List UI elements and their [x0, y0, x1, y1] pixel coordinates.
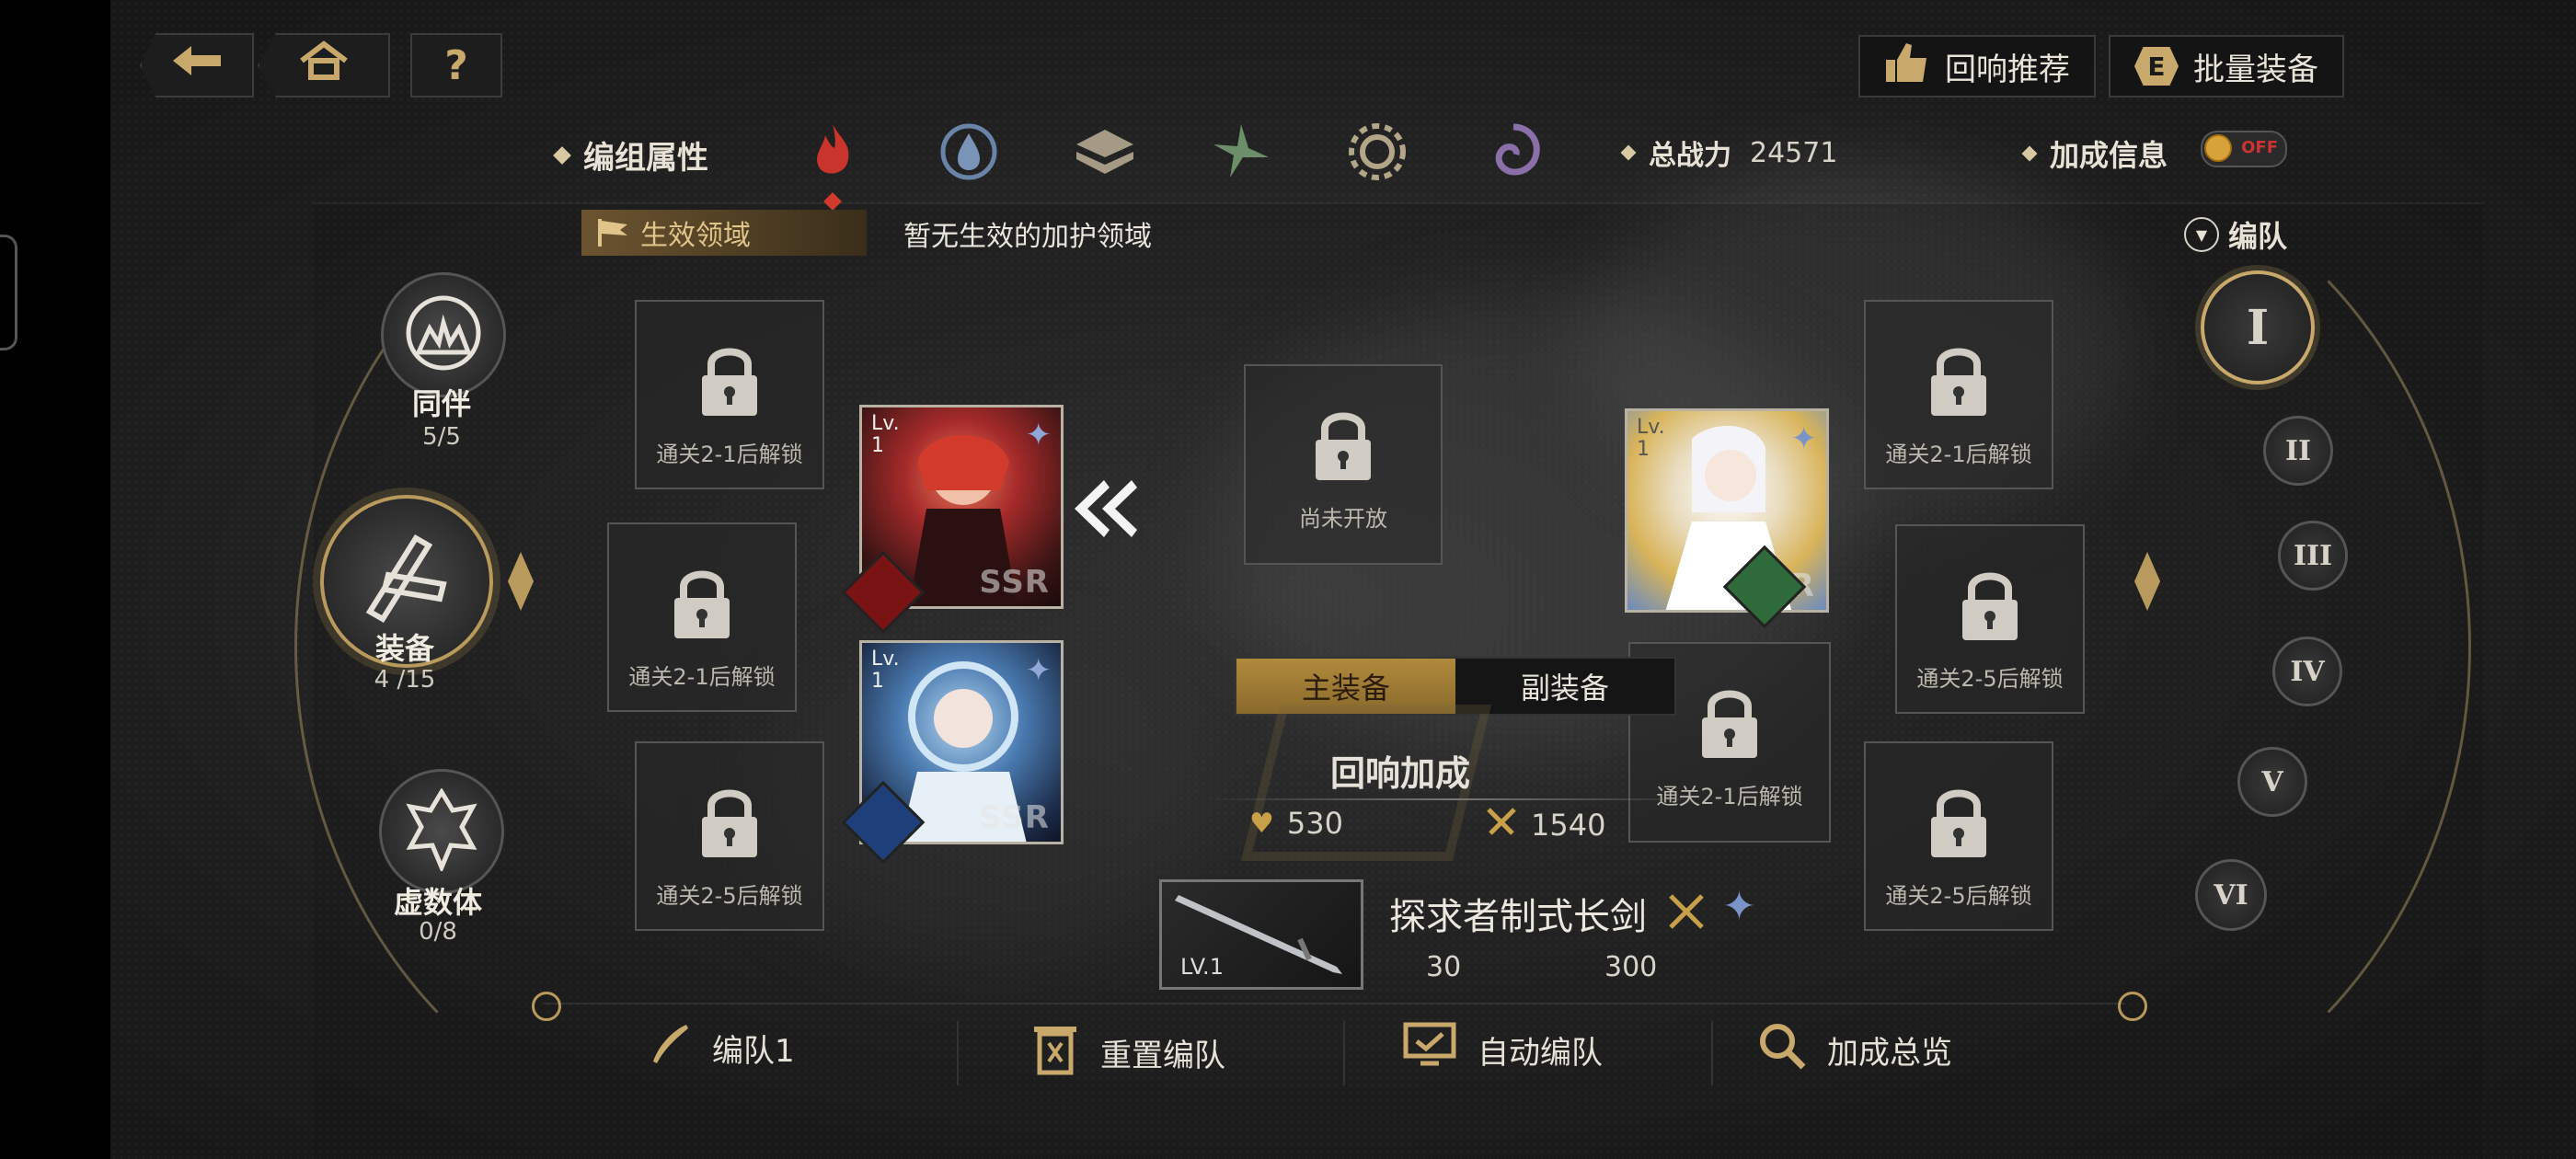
bonus-info-toggle[interactable]: OFF — [2201, 131, 2287, 167]
lock-icon — [1926, 342, 1992, 423]
resonance-divider — [1205, 798, 1708, 800]
card-rarity: SSR — [979, 564, 1050, 601]
bonus-overview-button[interactable]: 加成总览 — [1757, 1021, 1952, 1079]
equipment-count: 4 /15 — [374, 666, 436, 694]
domain-tag: 生效领域 — [581, 210, 867, 256]
home-icon — [298, 40, 350, 91]
heart-icon: ♥ — [1249, 807, 1274, 840]
imaginary-icon — [405, 787, 478, 875]
companion-icon — [402, 292, 485, 378]
weapon-level: LV.1 — [1180, 954, 1224, 980]
slot-center-top[interactable]: 尚未开放 — [1244, 364, 1443, 565]
atk-stat: 1540 — [1485, 806, 1605, 844]
recommend-button[interactable]: 回响推荐 — [1858, 35, 2096, 98]
team-name-button[interactable]: 编队1 — [646, 1021, 795, 1075]
slot-left-bottom[interactable]: 通关2-5后解锁 — [635, 741, 824, 931]
slot-left-top[interactable]: 通关2-1后解锁 — [635, 300, 824, 489]
dark-element-icon[interactable] — [1481, 120, 1546, 184]
lock-icon — [696, 784, 763, 865]
slot-right-mid[interactable]: 通关2-5后解锁 — [1895, 524, 2085, 714]
card-rarity: SSR — [979, 799, 1050, 836]
flag-icon — [596, 217, 631, 256]
lock-icon — [669, 565, 735, 646]
companion-count: 5/5 — [422, 423, 461, 451]
trash-icon — [1030, 1021, 1080, 1084]
team-tab-1[interactable]: I — [2201, 270, 2315, 384]
magnifier-icon — [1757, 1021, 1807, 1079]
imaginary-count: 0/8 — [419, 918, 457, 946]
left-black-bar — [0, 0, 110, 1159]
domain-status-text: 暂无生效的加护领域 — [903, 221, 1152, 253]
team-label[interactable]: ▼ 编队 — [2184, 213, 2287, 256]
bottom-divider — [1343, 1021, 1345, 1085]
weapon-star-icon: ✦ — [1722, 883, 1756, 930]
team-tab-6[interactable]: VI — [2195, 859, 2267, 931]
lock-icon — [1957, 567, 2023, 648]
companion-tab[interactable] — [381, 272, 506, 397]
team-tab-5[interactable]: V — [2237, 747, 2307, 817]
help-button[interactable]: ? — [410, 33, 502, 98]
equipment-label: 装备 — [374, 631, 434, 666]
help-icon: ? — [444, 41, 468, 89]
batch-equip-label: 批量装备 — [2193, 51, 2318, 88]
auto-team-button[interactable]: 自动编队 — [1402, 1021, 1603, 1079]
lock-icon — [1926, 784, 1992, 865]
home-button[interactable] — [258, 33, 390, 98]
batch-equip-button[interactable]: E 批量装备 — [2109, 35, 2344, 98]
team-tab-2[interactable]: II — [2263, 416, 2333, 486]
total-power: 总战力 24571 — [1620, 132, 1837, 173]
imaginary-label: 虚数体 — [393, 885, 482, 920]
weapon-slot[interactable]: LV.1 — [1159, 879, 1363, 990]
weapon-stat-2: 300 — [1604, 951, 1658, 983]
equipment-icon — [351, 529, 462, 634]
resonance-title: 回响加成 — [1329, 753, 1470, 794]
wind-element-icon[interactable] — [1209, 120, 1273, 184]
chevron-down-icon: ▼ — [2184, 217, 2219, 252]
bottom-divider — [1711, 1021, 1713, 1085]
light-element-icon[interactable] — [1345, 120, 1409, 184]
auto-team-icon — [1402, 1021, 1457, 1079]
weapon-type-sword-icon — [1665, 890, 1708, 936]
hp-stat: ♥ 530 — [1249, 806, 1343, 841]
weapon-stat-1: 30 — [1426, 951, 1462, 983]
lock-icon — [1310, 407, 1376, 488]
back-button[interactable] — [140, 33, 254, 98]
bonus-info-label: 加成信息 — [2021, 132, 2168, 175]
slot-right-top[interactable]: 通关2-1后解锁 — [1864, 300, 2053, 489]
bottom-divider — [957, 1021, 959, 1085]
lock-icon — [696, 342, 763, 423]
companion-label: 同伴 — [411, 386, 471, 421]
weapon-name: 探求者制式长剑 — [1389, 896, 1647, 938]
side-drawer-handle[interactable] — [0, 235, 17, 350]
earth-element-icon[interactable] — [1073, 120, 1137, 184]
reset-team-button[interactable]: 重置编队 — [1030, 1021, 1225, 1084]
water-element-icon[interactable] — [937, 120, 1001, 184]
swap-arrow-icon[interactable] — [1067, 476, 1141, 545]
game-screen: ? 回响推荐 E 批量装备 编组属性 总战力 24571 加成信息 OFF 生效… — [110, 0, 2576, 1159]
crossed-swords-icon — [1485, 806, 1518, 844]
team-tab-3[interactable]: III — [2278, 521, 2348, 591]
slot-right-bottom[interactable]: 通关2-5后解锁 — [1864, 741, 2053, 931]
slot-left-mid[interactable]: 通关2-1后解锁 — [607, 522, 797, 712]
team-tab-4[interactable]: IV — [2272, 637, 2342, 706]
thumbs-up-icon — [1884, 41, 1930, 92]
fire-element-icon[interactable] — [800, 120, 865, 184]
recommend-label: 回响推荐 — [1945, 51, 2070, 88]
group-attr-label: 编组属性 — [553, 132, 708, 178]
key-e-icon: E — [2134, 47, 2179, 86]
lock-icon — [1696, 684, 1763, 765]
back-arrow-icon — [169, 42, 224, 89]
quill-pen-icon — [646, 1021, 692, 1075]
imaginary-tab[interactable] — [379, 769, 504, 894]
